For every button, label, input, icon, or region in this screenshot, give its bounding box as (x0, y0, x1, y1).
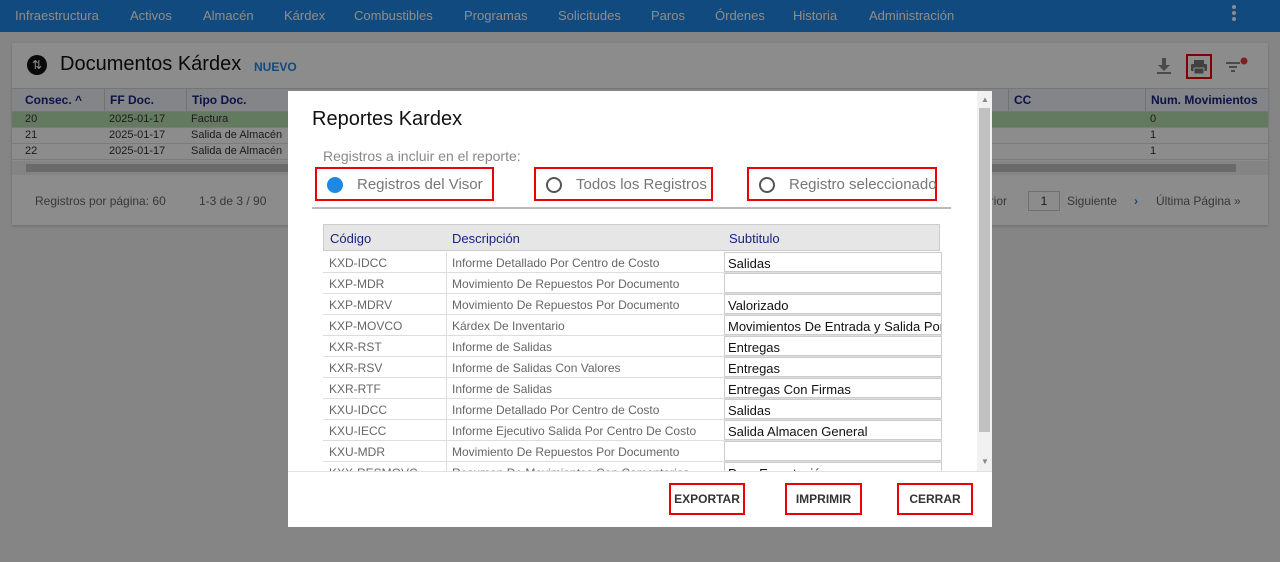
report-subtitle-input[interactable]: Salidas (724, 252, 942, 272)
export-button[interactable]: EXPORTAR (669, 483, 745, 515)
report-code: KXP-MDR (329, 277, 385, 291)
col-subtitulo: Subtitulo (729, 231, 780, 246)
report-row[interactable]: KXR-RSV Informe de Salidas Con Valores Ent… (323, 357, 942, 378)
report-subtitle-input[interactable]: Entregas (724, 336, 942, 356)
report-row[interactable]: KXP-MDR Movimiento De Repuestos Por Docum… (323, 273, 942, 294)
report-subtitle-input[interactable]: Salidas (724, 399, 942, 419)
report-row[interactable]: KXU-MDR Movimiento De Repuestos Por Docum… (323, 441, 942, 462)
report-description: Informe Ejecutivo Salida Por Centro De C… (446, 420, 724, 440)
report-code: KXD-IDCC (329, 256, 388, 270)
modal-scrollbar[interactable]: ▲ ▼ (977, 91, 992, 471)
reports-table: Código Descripción Subtitulo KXD-IDCC Inf… (323, 224, 942, 471)
report-row[interactable]: KXU-IECC Informe Ejecutivo Salida Por Cen… (323, 420, 942, 441)
report-code: KXR-RST (329, 340, 382, 354)
reports-table-header: Código Descripción Subtitulo (323, 224, 940, 251)
report-row[interactable]: KXU-IDCC Informe Detallado Por Centro de … (323, 399, 942, 420)
report-row[interactable]: KXX-RESMOVCResumen De Movimientos Con Co… (323, 462, 942, 471)
report-code: KXR-RTF (329, 382, 381, 396)
report-subtitle-input[interactable]: Entregas (724, 357, 942, 377)
divider (288, 471, 992, 472)
divider (312, 207, 951, 209)
report-description: Movimiento De Repuestos Por Documento (446, 441, 724, 461)
radio-registros-visor[interactable]: Registros del Visor (315, 167, 494, 201)
report-description: Informe de Salidas (446, 378, 724, 398)
report-code: KXP-MOVCO (329, 319, 403, 333)
radio-todos-registros[interactable]: Todos los Registros (534, 167, 713, 201)
report-subtitle-input[interactable] (724, 441, 942, 461)
report-description: Movimiento De Repuestos Por Documento (446, 294, 724, 314)
col-codigo: Código (330, 231, 372, 246)
report-subtitle-input[interactable]: Para Exportación (724, 462, 942, 471)
report-subtitle-input[interactable]: Entregas Con Firmas (724, 378, 942, 398)
report-code: KXU-IDCC (329, 403, 388, 417)
report-description: Informe Detallado Por Centro de Costo (446, 252, 724, 272)
report-description: Movimiento De Repuestos Por Documento (446, 273, 724, 293)
col-descripcion: Descripción (452, 231, 520, 246)
report-description: Informe de Salidas (446, 336, 724, 356)
report-description: Informe de Salidas Con Valores (446, 357, 724, 377)
report-description: Resumen De Movimientos Con Comentarios (446, 462, 724, 471)
report-description: Kárdex De Inventario (446, 315, 724, 335)
modal-title: Reportes Kardex (312, 108, 463, 130)
report-code: KXU-IECC (329, 424, 387, 438)
report-row[interactable]: KXP-MDRV Movimiento De Repuestos Por Docu… (323, 294, 942, 315)
radio-selected-icon (327, 177, 343, 193)
radio-unselected-icon (546, 177, 562, 193)
report-code: KXR-RSV (329, 361, 383, 375)
report-subtitle-input[interactable] (724, 273, 942, 293)
report-row[interactable]: KXD-IDCC Informe Detallado Por Centro de … (323, 252, 942, 273)
report-code: KXP-MDRV (329, 298, 393, 312)
report-description: Informe Detallado Por Centro de Costo (446, 399, 724, 419)
radio-unselected-icon (759, 177, 775, 193)
report-row[interactable]: KXR-RST Informe de Salidas Entregas (323, 336, 942, 357)
modal-subtitle: Registros a incluir en el reporte: (323, 148, 521, 164)
report-subtitle-input[interactable]: Valorizado (724, 294, 942, 314)
print-button[interactable]: IMPRIMIR (785, 483, 862, 515)
report-row[interactable]: KXP-MOVCO Kárdex De Inventario Movimientos… (323, 315, 942, 336)
radio-registro-seleccionado[interactable]: Registro seleccionado (747, 167, 937, 201)
reports-modal: ▲ ▼ Reportes Kardex Registros a incluir … (288, 91, 992, 527)
report-subtitle-input[interactable]: Salida Almacen General (724, 420, 942, 440)
report-subtitle-input[interactable]: Movimientos De Entrada y Salida Por (724, 315, 942, 335)
report-row[interactable]: KXR-RTF Informe de Salidas Entregas Con Fi… (323, 378, 942, 399)
report-code: KXU-MDR (329, 445, 385, 459)
close-button[interactable]: CERRAR (897, 483, 973, 515)
